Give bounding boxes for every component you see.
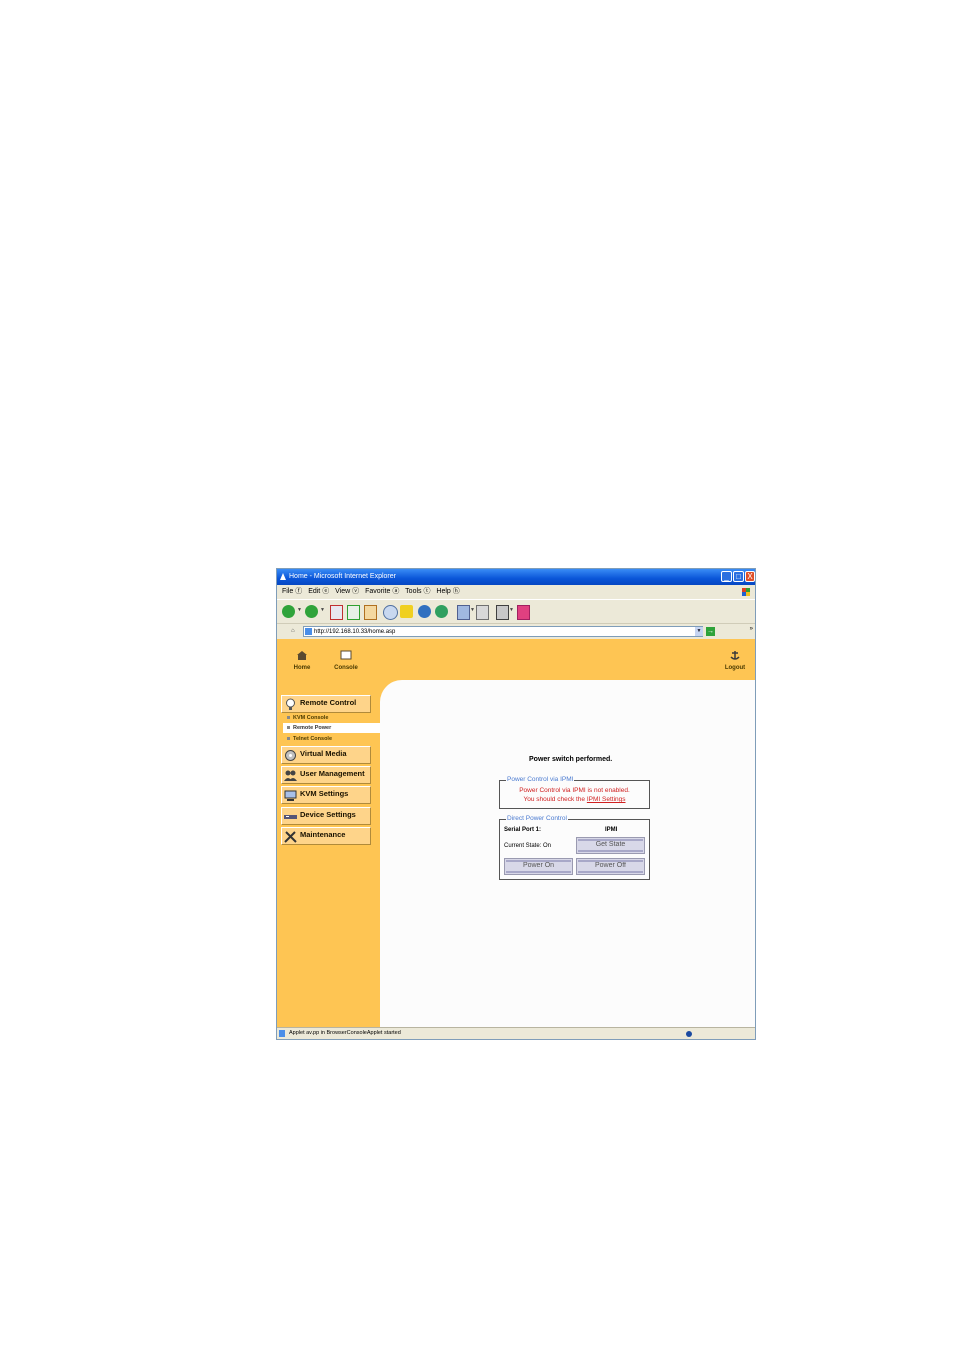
stop-icon[interactable] bbox=[330, 605, 343, 620]
forward-icon[interactable] bbox=[305, 605, 318, 618]
bullet-icon bbox=[287, 737, 290, 741]
mail-dropdown-icon[interactable]: ▼ bbox=[470, 607, 475, 613]
status-bar: Applet av.pp in BrowserConsoleApplet sta… bbox=[277, 1027, 755, 1039]
sidebar-telnet-console[interactable]: Telnet Console bbox=[287, 736, 332, 742]
sidebar-remote-power[interactable]: Remote Power bbox=[283, 723, 380, 733]
ipmi-fieldset: Power Control via IPMI Power Control via… bbox=[499, 776, 650, 809]
edit-icon[interactable] bbox=[496, 605, 509, 620]
mail-icon[interactable] bbox=[457, 605, 470, 620]
toolbar-chevron-icon[interactable]: » bbox=[750, 626, 753, 632]
history-icon[interactable] bbox=[435, 605, 448, 618]
windows-flag-icon bbox=[742, 588, 750, 596]
sidebar-telnet-console-label: Telnet Console bbox=[293, 736, 333, 742]
power-off-button[interactable]: Power Off bbox=[576, 858, 645, 875]
address-label-icon: ⌂ bbox=[291, 628, 295, 634]
back-dropdown-icon[interactable]: ▼ bbox=[297, 607, 302, 613]
nav-logout[interactable]: Logout bbox=[720, 650, 750, 671]
sidebar-maintenance[interactable]: Maintenance bbox=[281, 827, 371, 845]
media-disc-icon bbox=[285, 750, 296, 761]
anchor-icon bbox=[730, 651, 740, 660]
ie-icon bbox=[280, 573, 286, 580]
sidebar-device-settings-label: Device Settings bbox=[300, 810, 356, 819]
favorites-icon[interactable] bbox=[400, 605, 413, 618]
status-message: Power switch performed. bbox=[529, 756, 613, 763]
status-text: Applet av.pp in BrowserConsoleApplet sta… bbox=[289, 1030, 401, 1036]
nav-home-label: Home bbox=[293, 665, 311, 671]
sidebar-maintenance-label: Maintenance bbox=[300, 830, 346, 839]
console-icon bbox=[340, 650, 352, 660]
back-icon[interactable] bbox=[282, 605, 295, 618]
nav-console[interactable]: Console bbox=[331, 650, 361, 671]
nav-logout-label: Logout bbox=[724, 665, 746, 671]
menu-view[interactable]: View ⓥ bbox=[335, 588, 359, 595]
device-icon bbox=[284, 815, 297, 819]
ipmi-warning-line2: You should check the IPMI Settings bbox=[500, 796, 649, 803]
window-title: Home - Microsoft Internet Explorer bbox=[289, 573, 396, 580]
menu-help[interactable]: Help ⓗ bbox=[436, 588, 459, 595]
menu-bar: File ⓕ Edit ⓔ View ⓥ Favorite ⓐ Tools ⓣ … bbox=[277, 585, 755, 599]
minimize-button[interactable]: _ bbox=[721, 571, 732, 582]
nav-home[interactable]: Home bbox=[287, 650, 317, 671]
address-dropdown-icon[interactable]: ▼ bbox=[695, 627, 703, 636]
serial-port-label: Serial Port 1: bbox=[504, 827, 542, 833]
page-icon bbox=[305, 628, 312, 635]
ipmi-settings-link[interactable]: IPMI Settings bbox=[587, 796, 626, 803]
home-icon[interactable] bbox=[364, 605, 377, 620]
current-state: Current State: On bbox=[504, 843, 552, 849]
sidebar-remote-control-label: Remote Control bbox=[300, 698, 357, 707]
web-page: Home Console Logout Remote Control KVM C… bbox=[277, 639, 755, 1027]
sidebar-kvm-settings-label: KVM Settings bbox=[300, 789, 349, 798]
page-status-icon bbox=[279, 1030, 285, 1037]
sidebar-virtual-media[interactable]: Virtual Media bbox=[281, 746, 371, 764]
close-button[interactable]: X bbox=[745, 571, 755, 582]
edit-dropdown-icon[interactable]: ▼ bbox=[509, 607, 514, 613]
search-icon[interactable] bbox=[383, 605, 398, 620]
address-input[interactable]: http://192.168.10.33/home.asp bbox=[303, 626, 703, 637]
sidebar-kvm-settings[interactable]: KVM Settings bbox=[281, 786, 371, 804]
sidebar-kvm-console-label: KVM Console bbox=[293, 715, 329, 721]
title-bar: Home - Microsoft Internet Explorer _ □ X bbox=[277, 569, 755, 585]
ipmi-warning-prefix: You should check the bbox=[523, 796, 587, 803]
bullet-icon bbox=[287, 726, 290, 730]
ipmi-label: IPMI bbox=[605, 827, 618, 833]
maximize-button[interactable]: □ bbox=[733, 571, 744, 582]
bullet-icon bbox=[287, 716, 290, 720]
sidebar-virtual-media-label: Virtual Media bbox=[300, 749, 347, 758]
menu-edit[interactable]: Edit ⓔ bbox=[308, 588, 329, 595]
messenger-icon[interactable] bbox=[517, 605, 530, 620]
go-button[interactable]: → bbox=[706, 627, 715, 636]
media-icon[interactable] bbox=[418, 605, 431, 618]
menu-favorite[interactable]: Favorite ⓐ bbox=[365, 588, 399, 595]
tools-icon bbox=[284, 831, 297, 843]
get-state-button[interactable]: Get State bbox=[576, 837, 645, 854]
ipmi-legend: Power Control via IPMI bbox=[506, 776, 575, 783]
address-url: http://192.168.10.33/home.asp bbox=[314, 629, 396, 635]
nav-console-label: Console bbox=[334, 665, 358, 671]
menu-tools[interactable]: Tools ⓣ bbox=[405, 588, 430, 595]
home-icon bbox=[297, 651, 307, 660]
sidebar-kvm-console[interactable]: KVM Console bbox=[287, 715, 328, 721]
monitor-icon bbox=[284, 790, 297, 801]
sidebar: Remote Control KVM Console Remote Power … bbox=[277, 680, 380, 1027]
direct-power-fieldset: Direct Power Control Serial Port 1: IPMI… bbox=[499, 815, 650, 880]
internet-zone-icon bbox=[686, 1031, 692, 1037]
toolbar: ▼ ▼ ▼ ▼ bbox=[277, 599, 755, 623]
power-on-button[interactable]: Power On bbox=[504, 858, 573, 875]
forward-dropdown-icon[interactable]: ▼ bbox=[320, 607, 325, 613]
direct-power-legend: Direct Power Control bbox=[506, 815, 568, 822]
bulb-icon bbox=[286, 698, 295, 710]
sidebar-remote-power-label: Remote Power bbox=[293, 725, 332, 731]
menu-file[interactable]: File ⓕ bbox=[282, 588, 302, 595]
sidebar-user-management[interactable]: User Management bbox=[281, 766, 371, 784]
sidebar-device-settings[interactable]: Device Settings bbox=[281, 807, 371, 825]
refresh-icon[interactable] bbox=[347, 605, 360, 620]
sidebar-remote-control[interactable]: Remote Control bbox=[281, 695, 371, 713]
print-icon[interactable] bbox=[476, 605, 489, 620]
sidebar-user-management-label: User Management bbox=[300, 769, 365, 778]
ipmi-warning-line1: Power Control via IPMI is not enabled. bbox=[519, 787, 630, 794]
users-icon bbox=[284, 770, 297, 781]
browser-window: Home - Microsoft Internet Explorer _ □ X… bbox=[276, 568, 756, 1040]
top-navigation: Home Console Logout bbox=[277, 639, 755, 680]
address-bar: ⌂ http://192.168.10.33/home.asp ▼ → » bbox=[277, 623, 755, 639]
